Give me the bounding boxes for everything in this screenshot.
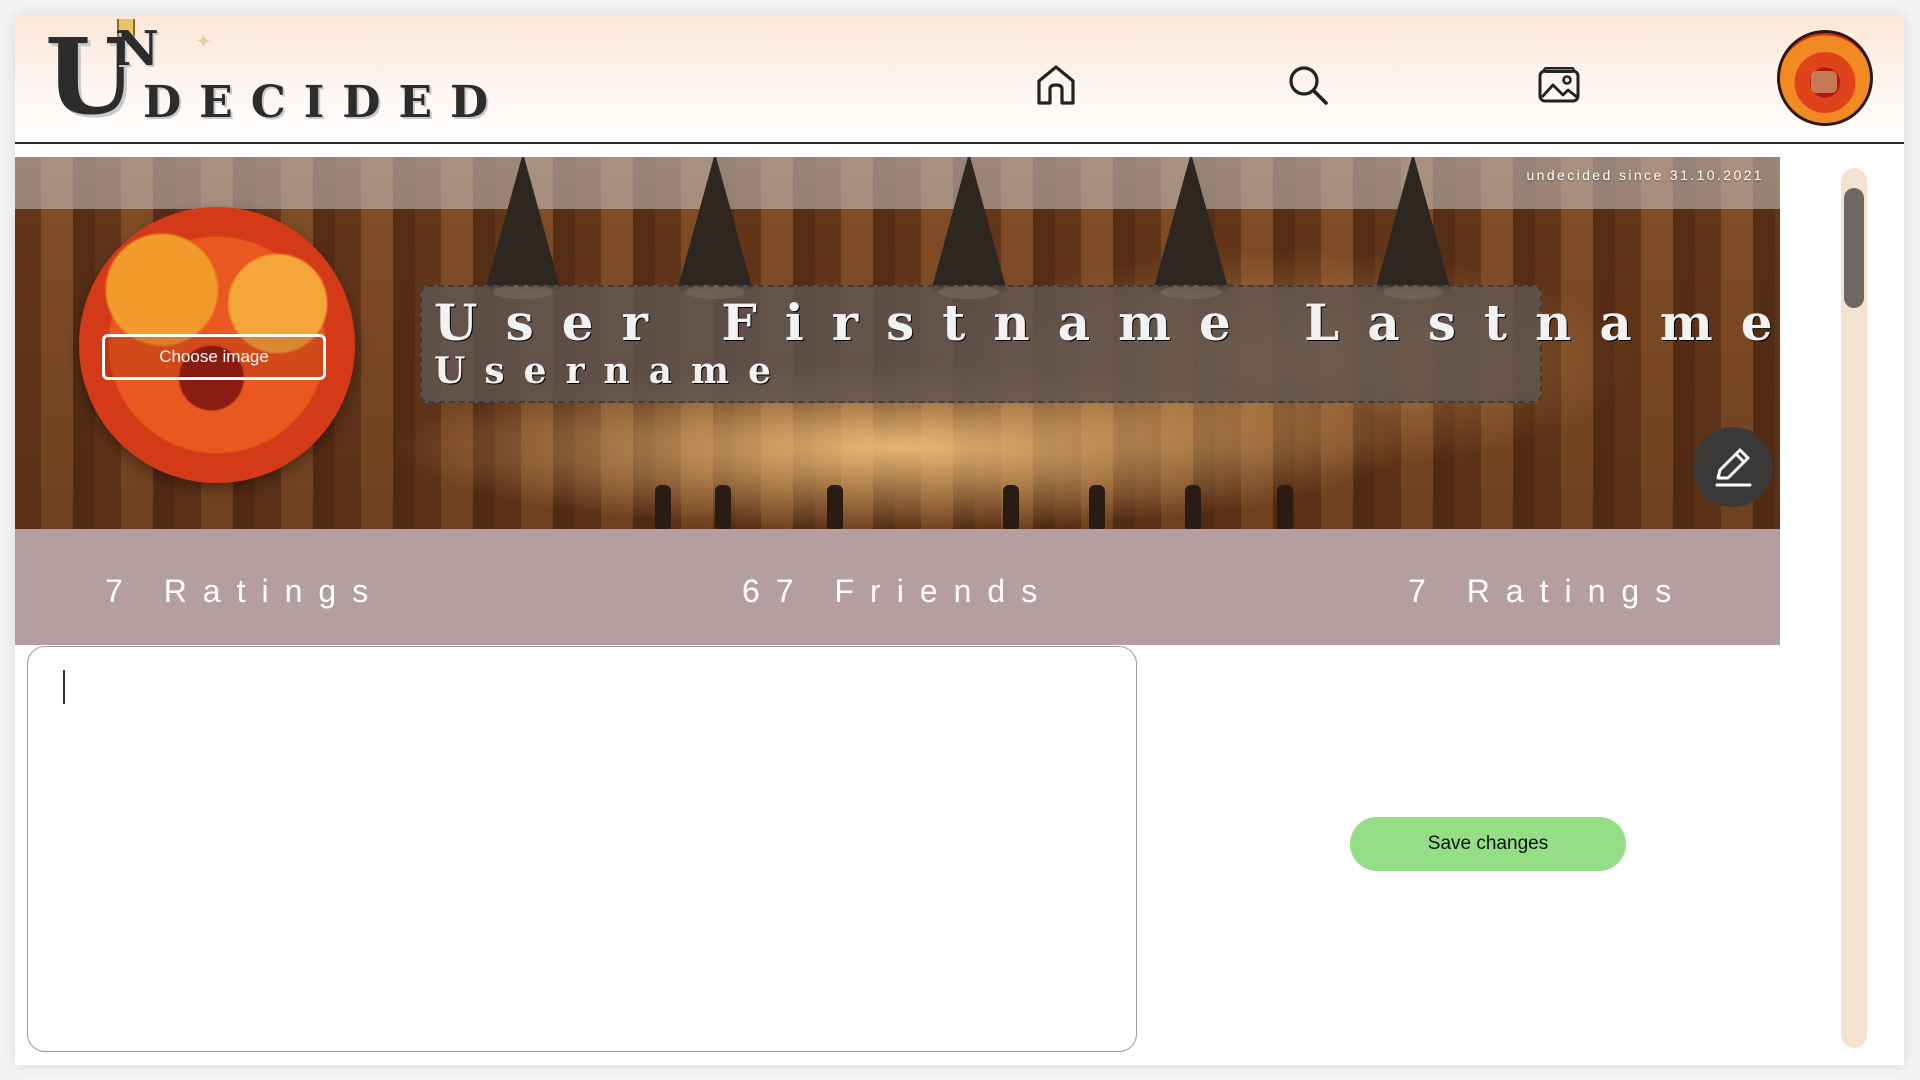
bio-textarea[interactable]: [27, 646, 1137, 1052]
pendant-lamp: [1153, 157, 1229, 299]
ratings-count[interactable]: 7 Ratings: [105, 573, 384, 610]
gallery-icon[interactable]: [1529, 55, 1589, 115]
avatar-face-image: [1811, 71, 1837, 93]
friends-count[interactable]: 67 Friends: [742, 573, 1053, 610]
bottle: [1185, 485, 1201, 529]
ratings-count-secondary[interactable]: 7 Ratings: [1408, 573, 1687, 610]
name-editor[interactable]: User Firstname Lastname Username: [420, 285, 1773, 403]
top-navigation-bar: ✦ U N DECIDED: [15, 15, 1904, 144]
logo-small-letter: N: [115, 21, 159, 77]
choose-image-button[interactable]: Choose image: [102, 334, 326, 380]
username[interactable]: Username: [434, 351, 1528, 391]
full-name[interactable]: User Firstname Lastname: [434, 295, 1773, 351]
text-cursor: [63, 670, 65, 704]
search-icon[interactable]: [1278, 55, 1338, 115]
logo-text: DECIDED: [143, 77, 507, 128]
save-changes-button[interactable]: Save changes: [1350, 817, 1626, 871]
bottle: [655, 485, 671, 529]
member-since-text: undecided since 31.10.2021: [1526, 167, 1764, 183]
app-window: ✦ U N DECIDED undecided since 31.10.2021…: [15, 15, 1904, 1065]
pendant-lamp: [485, 157, 561, 299]
undecided-logo[interactable]: ✦ U N DECIDED: [45, 19, 495, 137]
pendant-lamp: [931, 157, 1007, 299]
stats-bar: 7 Ratings 67 Friends 7 Ratings: [15, 529, 1780, 645]
bottle: [715, 485, 731, 529]
pencil-icon: [1715, 448, 1752, 487]
bottle: [1003, 485, 1019, 529]
bottle: [827, 485, 843, 529]
scrollbar-thumb[interactable]: [1844, 188, 1864, 308]
pendant-lamp: [677, 157, 753, 299]
scrollbar-track[interactable]: [1841, 168, 1867, 1048]
bottle: [1277, 485, 1293, 529]
profile-banner: undecided since 31.10.2021 Choose image …: [15, 157, 1780, 529]
edit-button[interactable]: [1693, 427, 1773, 507]
home-icon[interactable]: [1026, 55, 1086, 115]
sparkle-icon: ✦: [195, 31, 212, 53]
pendant-lamp: [1375, 157, 1451, 299]
user-avatar[interactable]: [1777, 30, 1873, 126]
bottle: [1089, 485, 1105, 529]
